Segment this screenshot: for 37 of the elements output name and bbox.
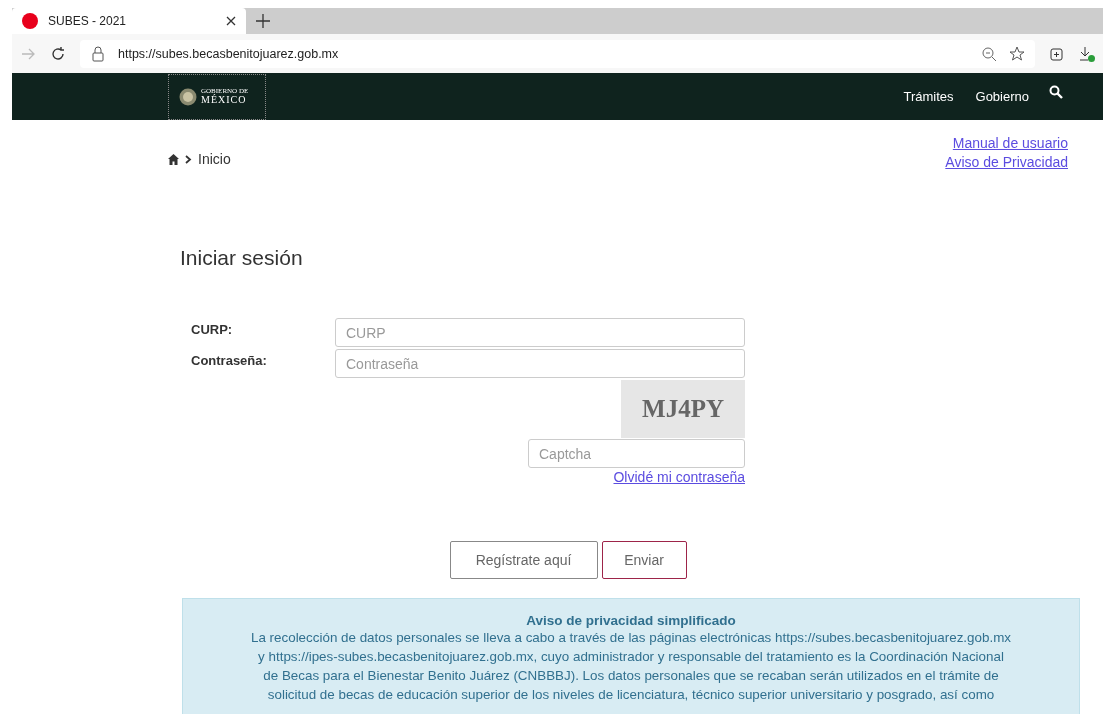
curp-field[interactable]: CURP <box>335 318 745 347</box>
lock-icon <box>90 45 106 62</box>
address-bar[interactable]: https://subes.becasbenitojuarez.gob.mx <box>80 39 1035 68</box>
url-text: https://subes.becasbenitojuarez.gob.mx <box>118 46 340 61</box>
download-icon[interactable] <box>1079 45 1095 62</box>
field-label: Contraseña: <box>191 352 268 370</box>
zoom-out-icon[interactable] <box>981 45 997 62</box>
tab-title: SUBES - 2021 <box>48 14 128 28</box>
collections-icon[interactable] <box>1049 45 1065 62</box>
field-label: CURP: <box>191 321 234 339</box>
seal-icon <box>179 87 197 106</box>
notice-title: Aviso de privacidad simplificado <box>525 613 737 628</box>
favicon-icon <box>22 13 38 29</box>
browser-tab[interactable]: SUBES - 2021 <box>12 8 246 34</box>
reload-icon[interactable] <box>50 45 66 62</box>
forgot-password-link[interactable]: Olvidé mi contraseña <box>613 468 745 487</box>
page-title: Iniciar sesión <box>180 246 304 270</box>
star-icon[interactable] <box>1009 45 1025 62</box>
nav-link[interactable]: Trámites <box>903 89 954 104</box>
captcha-field[interactable]: Captcha <box>528 439 745 468</box>
header-link[interactable]: Manual de usuario <box>952 134 1068 153</box>
notice-text: La recolección de datos personales se lleva a cabo a través de las páginas electrónicas https://subes.becasbenitojuarez.gob.mx <box>250 629 1012 647</box>
breadcrumb-item: Inicio <box>198 151 231 167</box>
close-icon[interactable] <box>226 16 236 26</box>
search-icon[interactable] <box>1049 84 1063 99</box>
register-button[interactable]: Regístrate aquí <box>449 541 598 579</box>
captcha-image: MJ4PY <box>621 380 745 438</box>
nav-link[interactable]: Gobierno <box>975 89 1029 104</box>
notice-text: solicitud de becas de educación superior de los niveles de licenciatura, técnico superior universitario y posgrado, así como <box>266 686 996 704</box>
submit-button[interactable]: Enviar <box>601 541 687 579</box>
chevron-icon <box>183 153 194 165</box>
home-icon[interactable] <box>168 153 179 165</box>
password-field[interactable]: Contraseña <box>335 349 745 378</box>
notice-text: de Becas para el Bienestar Benito Juárez (CNBBBJ). Los datos personales que se recaban serán utilizados en el trámite de <box>262 667 1000 685</box>
header-link[interactable]: Aviso de Privacidad <box>945 153 1068 172</box>
new-tab-icon[interactable] <box>256 14 270 28</box>
notice-text: y https://ipes-subes.becasbenitojuarez.gob.mx, cuyo administrador y responsable del tratamiento es la Coordinación Nacional <box>257 648 1005 666</box>
